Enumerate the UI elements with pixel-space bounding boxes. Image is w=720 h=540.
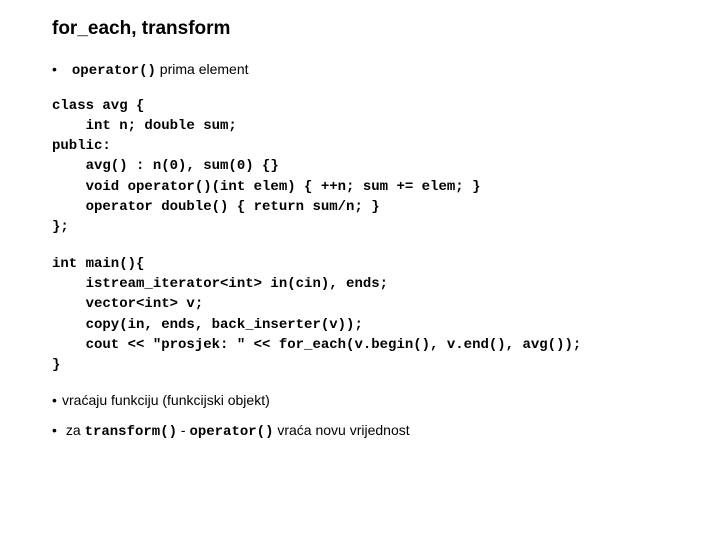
code-inline-operator2: operator() — [189, 424, 273, 440]
code-block-main: int main(){ istream_iterator<int> in(cin… — [52, 254, 680, 376]
bullet-transform-before: za — [66, 422, 85, 438]
slide-title: for_each, transform — [52, 18, 680, 40]
bullet-transform-after: vraća novu vrijednost — [273, 422, 409, 438]
bullet-operator: operator() prima element — [68, 60, 680, 82]
bullet-transform: za transform() - operator() vraća novu v… — [62, 421, 680, 443]
slide: for_each, transform operator() prima ele… — [0, 0, 720, 540]
code-inline-operator: operator() — [72, 63, 156, 79]
bullet-return: vraćaju funkciju (funkcijski objekt) — [62, 391, 680, 411]
code-inline-transform: transform() — [85, 424, 177, 440]
bullet-operator-text: prima element — [156, 61, 249, 77]
code-block-class: class avg { int n; double sum; public: a… — [52, 96, 680, 238]
bullet-transform-mid: - — [177, 422, 189, 438]
